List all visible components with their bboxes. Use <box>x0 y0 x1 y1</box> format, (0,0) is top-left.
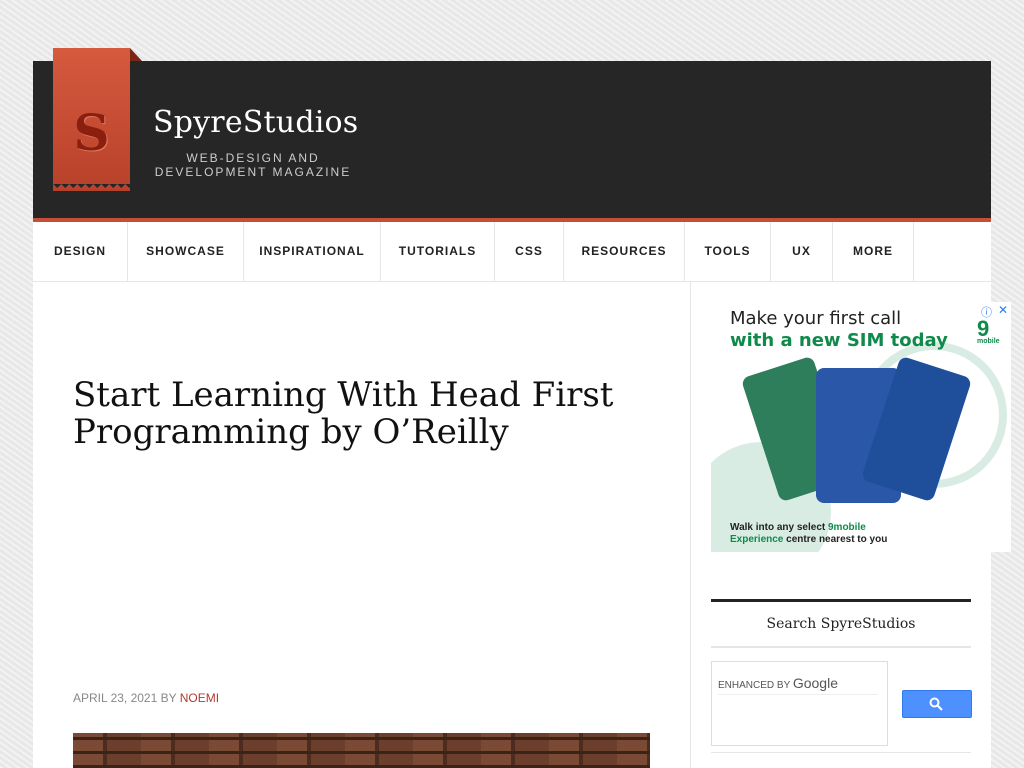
search-button[interactable] <box>902 690 972 718</box>
site-tagline: WEB-DESIGN AND DEVELOPMENT MAGAZINE <box>153 151 353 179</box>
ad-brand-word: mobile <box>977 338 1000 345</box>
sidebar: Make your first call with a new SIM toda… <box>690 282 1011 768</box>
logo-ribbon-fold <box>130 48 142 61</box>
ad-footer-highlight: 9mobile <box>828 522 866 533</box>
site-tagline-line1: WEB-DESIGN AND <box>186 151 320 165</box>
widget-divider <box>711 752 971 753</box>
ad-headline: Make your first call <box>730 308 902 329</box>
site-tagline-line2: DEVELOPMENT MAGAZINE <box>154 165 352 179</box>
nav-item-resources[interactable]: RESOURCES <box>564 222 685 281</box>
search-input[interactable]: ENHANCED BY Google <box>718 672 878 695</box>
nav-item-ux[interactable]: UX <box>771 222 833 281</box>
main-nav: DESIGN SHOWCASE INSPIRATIONAL TUTORIALS … <box>33 222 991 282</box>
search-enhanced-label: ENHANCED BY <box>718 680 791 691</box>
nav-item-inspirational[interactable]: INSPIRATIONAL <box>244 222 381 281</box>
nav-item-tutorials[interactable]: TUTORIALS <box>381 222 495 281</box>
site-title[interactable]: SpyreStudios <box>153 105 358 140</box>
ad-footer-highlight: Experience <box>730 534 784 545</box>
post-title[interactable]: Start Learning With Head First Programmi… <box>73 377 653 451</box>
post-by: BY <box>160 691 177 705</box>
post-author-link[interactable]: NOEMI <box>180 691 219 705</box>
sidebar-ad[interactable]: Make your first call with a new SIM toda… <box>711 302 1011 552</box>
ad-footer-text: Walk into any select 9mobile Experience … <box>730 522 887 546</box>
search-box: ENHANCED BY Google <box>711 661 888 746</box>
ad-close-icon[interactable]: ✕ <box>998 303 1008 317</box>
google-wordmark: Google <box>792 675 838 691</box>
logo-letter[interactable]: S <box>53 103 130 162</box>
ad-info-icon[interactable]: ⓘ <box>981 304 992 320</box>
search-widget-title: Search SpyreStudios <box>711 602 971 648</box>
nav-item-design[interactable]: DESIGN <box>33 222 128 281</box>
nav-item-css[interactable]: CSS <box>495 222 564 281</box>
nav-item-tools[interactable]: TOOLS <box>685 222 771 281</box>
post-meta: APRIL 23, 2021 BY NOEMI <box>73 691 219 705</box>
nav-item-showcase[interactable]: SHOWCASE <box>128 222 244 281</box>
site-container: S SpyreStudios WEB-DESIGN AND DEVELOPMEN… <box>33 48 1011 768</box>
ad-footer-text-a: Walk into any select <box>730 522 826 533</box>
ad-subheadline: with a new SIM today <box>730 330 948 351</box>
post-featured-image[interactable] <box>73 733 650 768</box>
nav-item-more[interactable]: MORE <box>833 222 914 281</box>
logo-ribbon-edge <box>53 184 130 192</box>
search-icon <box>929 697 943 711</box>
post-date: APRIL 23, 2021 <box>73 691 158 705</box>
ad-brand-logo: 9 mobile <box>977 316 1000 345</box>
site-header: S SpyreStudios WEB-DESIGN AND DEVELOPMEN… <box>33 48 991 222</box>
search-widget: Search SpyreStudios ENHANCED BY Google <box>711 599 972 753</box>
ad-footer-text-b: centre nearest to you <box>786 534 888 545</box>
